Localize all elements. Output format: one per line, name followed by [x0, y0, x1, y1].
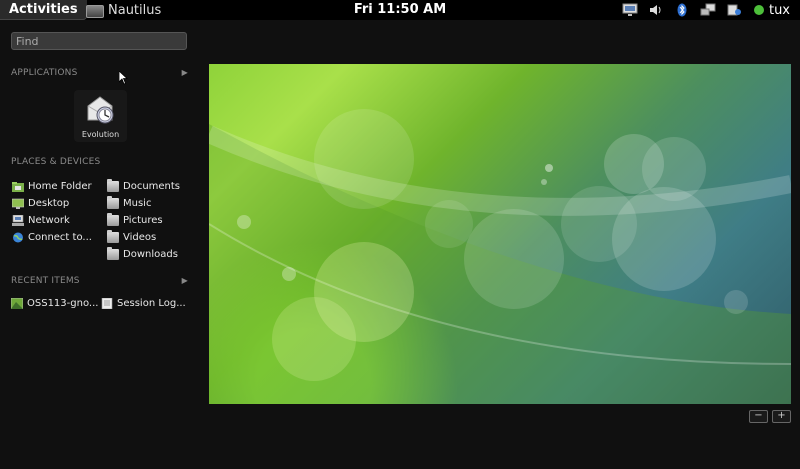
- top-bar: Activities Nautilus Fri 11:50 AM tux: [0, 0, 800, 20]
- place-label: Videos: [123, 231, 157, 243]
- place-pictures[interactable]: Pictures: [107, 212, 163, 227]
- places-header: PLACES & DEVICES: [11, 157, 188, 167]
- place-downloads[interactable]: Downloads: [107, 246, 178, 261]
- place-desktop[interactable]: Desktop: [12, 196, 69, 210]
- folder-icon: [107, 229, 119, 243]
- expand-arrow-icon[interactable]: ▶: [182, 276, 188, 285]
- place-label: Desktop: [28, 197, 70, 209]
- zoom-out-button[interactable]: −: [749, 410, 768, 423]
- folder-icon: [107, 246, 119, 260]
- globe-icon: [13, 232, 23, 242]
- desktop-icon: [12, 198, 24, 209]
- wallpaper-bokeh: [209, 109, 791, 404]
- text-file-icon: [101, 297, 113, 309]
- search-input[interactable]: [11, 32, 187, 50]
- volume-icon[interactable]: [648, 2, 664, 18]
- place-label: Connect to...: [28, 231, 92, 243]
- home-folder-icon: [12, 181, 24, 192]
- clock[interactable]: Fri 11:50 AM: [340, 0, 460, 20]
- recent-item-label: OSS113-gno...: [27, 297, 99, 309]
- place-label: Home Folder: [28, 180, 92, 192]
- place-label: Music: [123, 197, 152, 209]
- activities-button[interactable]: Activities: [0, 0, 87, 20]
- place-connect-to[interactable]: Connect to...: [12, 230, 92, 244]
- recent-header-label: RECENT ITEMS: [11, 276, 80, 286]
- expand-arrow-icon[interactable]: ▶: [182, 68, 188, 77]
- network-icon: [12, 214, 24, 226]
- image-file-icon: [11, 297, 23, 309]
- display-icon[interactable]: [622, 2, 638, 18]
- applications-header-label: APPLICATIONS: [11, 68, 78, 78]
- place-label: Network: [28, 214, 70, 226]
- applications-header[interactable]: APPLICATIONS ▶: [11, 68, 188, 78]
- workspace-thumbnail[interactable]: [209, 64, 791, 404]
- folder-icon: [107, 178, 119, 192]
- zoom-in-button[interactable]: +: [772, 410, 791, 423]
- app-tile-label: Evolution: [81, 130, 120, 139]
- recent-item[interactable]: Session Log...: [101, 296, 186, 310]
- place-label: Downloads: [123, 248, 178, 260]
- evolution-icon: [87, 96, 114, 124]
- system-tray: tux: [622, 0, 800, 20]
- recent-item-label: Session Log...: [117, 297, 186, 309]
- mouse-pointer-icon: [119, 71, 128, 85]
- folder-icon: [107, 195, 119, 209]
- status-available-icon: [753, 5, 764, 15]
- recent-item[interactable]: OSS113-gno...: [11, 296, 98, 310]
- places-header-label: PLACES & DEVICES: [11, 157, 101, 167]
- app-menu[interactable]: Nautilus: [86, 0, 161, 20]
- place-documents[interactable]: Documents: [107, 178, 181, 193]
- app-menu-label: Nautilus: [108, 2, 162, 18]
- accessibility-icon[interactable]: [726, 2, 742, 18]
- recent-header[interactable]: RECENT ITEMS ▶: [11, 276, 188, 286]
- place-label: Documents: [123, 180, 181, 192]
- place-home-folder[interactable]: Home Folder: [12, 179, 92, 193]
- user-menu[interactable]: tux: [753, 2, 790, 18]
- place-network[interactable]: Network: [12, 213, 70, 227]
- app-tile-evolution[interactable]: Evolution: [74, 90, 127, 142]
- place-videos[interactable]: Videos: [107, 229, 157, 244]
- place-label: Pictures: [123, 214, 163, 226]
- network-icon[interactable]: [700, 2, 716, 18]
- place-music[interactable]: Music: [107, 195, 152, 210]
- user-name: tux: [768, 2, 790, 18]
- bluetooth-icon[interactable]: [674, 2, 690, 18]
- folder-icon: [107, 212, 119, 226]
- nautilus-icon: [86, 4, 104, 18]
